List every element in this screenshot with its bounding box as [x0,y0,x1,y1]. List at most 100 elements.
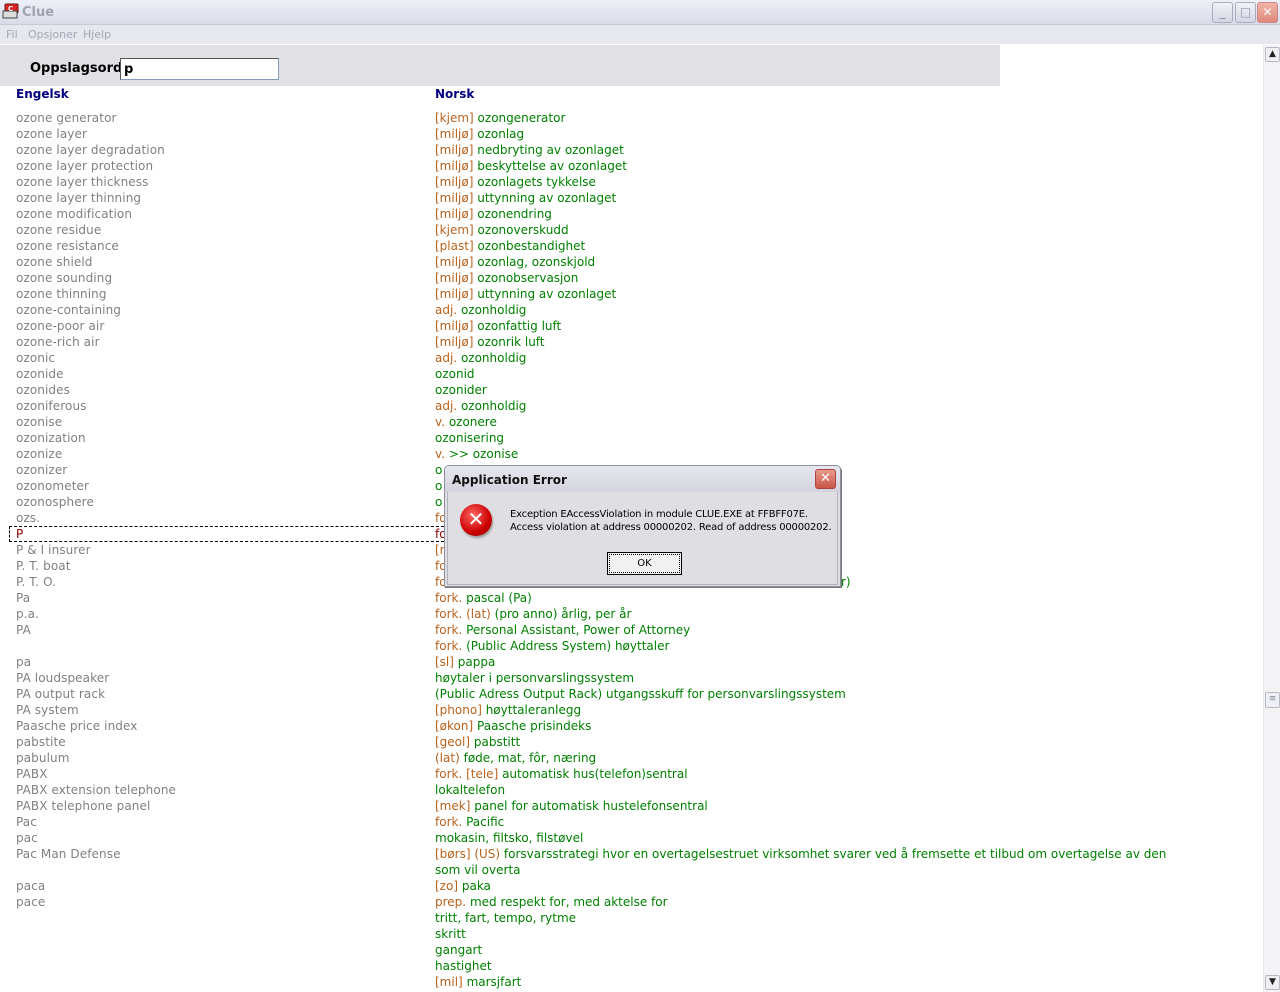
result-row[interactable]: ozone thinning [miljø] uttynning av ozonl… [0,287,1262,303]
result-row[interactable]: ozonization ozonisering [0,431,1262,447]
result-row[interactable]: ozone-rich air [miljø] ozonrik luft [0,335,1262,351]
result-row[interactable]: ozonic adj. ozonholdig [0,351,1262,367]
result-row[interactable]: ozone sounding [miljø] ozonobservasjon [0,271,1262,287]
result-row[interactable]: pa [sl] pappa [0,655,1262,671]
ok-button[interactable]: OK [607,552,682,575]
result-row[interactable]: PA loudspeaker høytaler i personvarslings… [0,671,1262,687]
result-row[interactable]: PABX fork. [tele] automatisk hus(telefon)… [0,767,1262,783]
scroll-up-button[interactable]: ▲ [1265,47,1280,62]
result-row[interactable]: skritt [0,927,1262,943]
result-row[interactable]: Pac Man Defense [børs] (US) forsvarsstrat… [0,847,1262,863]
vertical-scrollbar[interactable]: ▲ ≡ ▼ [1263,45,1280,992]
translation-text: forsvarsstrategi hvor en overtagelsestru… [503,847,1167,861]
menu-fil[interactable]: Fil [6,28,18,41]
result-row[interactable]: hastighet [0,959,1262,975]
menu-opsjoner[interactable]: Opsjoner [28,28,77,41]
norwegian-translation: [sl] pappa [435,655,1261,669]
translation-text: pabstitt [473,735,521,749]
result-row[interactable]: pabulum (lat) føde, mat, fôr, næring [0,751,1262,767]
result-row[interactable]: Pac fork. Pacific [0,815,1262,831]
norwegian-translation: adj. ozonholdig [435,399,1261,413]
result-row[interactable]: pabstite [geol] pabstitt [0,735,1262,751]
english-term: Pa [16,591,31,605]
scroll-down-button[interactable]: ▼ [1265,975,1280,990]
norwegian-translation: [miljø] uttynning av ozonlaget [435,191,1261,205]
result-row[interactable]: PA fork. Personal Assistant, Power of Att… [0,623,1262,639]
result-row[interactable]: paca [zo] paka [0,879,1262,895]
result-row[interactable]: ozone resistance [plast] ozonbestandighet [0,239,1262,255]
result-row[interactable]: ozone layer thinning [miljø] uttynning av… [0,191,1262,207]
translation-tag: [mek] [435,799,471,813]
result-row[interactable]: ozone generator [kjem] ozongenerator [0,111,1262,127]
result-row[interactable]: [mil] marsjfart [0,975,1262,991]
translation-text: (pro anno) årlig, per år [494,607,632,621]
translation-tag: [mil] [435,975,463,989]
result-row[interactable]: som vil overta [0,863,1262,879]
translation-tag: [kjem] [435,223,474,237]
search-input[interactable] [120,58,279,80]
result-row[interactable]: PABX telephone panel [mek] panel for auto… [0,799,1262,815]
result-row[interactable]: pace prep. med respekt for, med aktelse f… [0,895,1262,911]
english-term: PA output rack [16,687,106,701]
svg-text:C: C [8,5,13,13]
result-row[interactable]: PABX extension telephone lokaltelefon [0,783,1262,799]
norwegian-translation: (Public Adress Output Rack) utgangsskuff… [435,687,1261,701]
result-row[interactable]: ozone layer [miljø] ozonlag [0,127,1262,143]
translation-text: føde, mat, fôr, næring [463,751,597,765]
translation-text: gangart [435,943,483,957]
translation-tag: [geol] [435,735,471,749]
norwegian-translation: som vil overta [435,863,1261,877]
translation-text: høytaler i personvarslingssystem [435,671,635,685]
selection-focus-rect [9,526,449,542]
english-term: PA loudspeaker [16,671,110,685]
translation-tag: [miljø] [435,335,474,349]
result-row[interactable]: PA output rack (Public Adress Output Rack… [0,687,1262,703]
english-term: ozone-containing [16,303,122,317]
result-row[interactable]: pac mokasin, filtsko, filstøvel [0,831,1262,847]
result-row[interactable]: Paasche price index [økon] Paasche prisin… [0,719,1262,735]
norwegian-translation: [zo] paka [435,879,1261,893]
result-row[interactable]: gangart [0,943,1262,959]
english-term: ozonise [16,415,63,429]
result-row[interactable]: ozonide ozonid [0,367,1262,383]
result-row[interactable]: ozonides ozonider [0,383,1262,399]
result-row[interactable]: ozone layer protection [miljø] beskyttels… [0,159,1262,175]
result-row[interactable]: ozone residue [kjem] ozonoverskudd [0,223,1262,239]
translation-tag: [miljø] [435,127,474,141]
norwegian-translation: [mil] marsjfart [435,975,1261,989]
translation-tag: [sl] [435,655,454,669]
result-row[interactable]: ozone layer thickness [miljø] ozonlagets … [0,175,1262,191]
result-row[interactable]: PA system [phono] høyttaleranlegg [0,703,1262,719]
result-row[interactable]: ozone-poor air [miljø] ozonfattig luft [0,319,1262,335]
english-term: ozone-poor air [16,319,105,333]
result-row[interactable]: ozone layer degradation [miljø] nedbrytin… [0,143,1262,159]
minimize-button[interactable]: _ [1212,2,1233,23]
dialog-title-bar: Application Error ✕ [445,466,840,492]
scroll-thumb[interactable]: ≡ [1265,692,1280,708]
result-row[interactable]: ozone modification [miljø] ozonendring [0,207,1262,223]
result-row[interactable]: ozonise v. ozonere [0,415,1262,431]
result-row[interactable]: ozonize v. >> ozonise [0,447,1262,463]
english-term: ozonide [16,367,64,381]
result-row[interactable]: ozone-containing adj. ozonholdig [0,303,1262,319]
english-term: ozonometer [16,479,90,493]
translation-text: ozonendring [477,207,552,221]
maximize-button[interactable]: □ [1235,2,1256,23]
norwegian-translation: fork. (lat) (pro anno) årlig, per år [435,607,1261,621]
result-row[interactable]: fork. (Public Address System) høyttaler [0,639,1262,655]
menu-bar: Fil Opsjoner Hjelp [0,25,1280,45]
close-button[interactable]: ✕ [1257,2,1278,23]
title-bar: C Clue _ □ ✕ [0,0,1280,25]
english-term: ozonic [16,351,56,365]
menu-hjelp[interactable]: Hjelp [83,28,111,41]
translation-text: pascal (Pa) [466,591,532,605]
result-row[interactable]: p.a. fork. (lat) (pro anno) årlig, per år [0,607,1262,623]
translation-tag: v. [435,447,445,461]
result-row[interactable]: ozone shield [miljø] ozonlag, ozonskjold [0,255,1262,271]
norwegian-translation: ozonisering [435,431,1261,445]
result-row[interactable]: Pa fork. pascal (Pa) [0,591,1262,607]
dialog-close-button[interactable]: ✕ [815,469,836,489]
result-row[interactable]: ozoniferous adj. ozonholdig [0,399,1262,415]
translation-text: o [435,463,443,477]
result-row[interactable]: tritt, fart, tempo, rytme [0,911,1262,927]
